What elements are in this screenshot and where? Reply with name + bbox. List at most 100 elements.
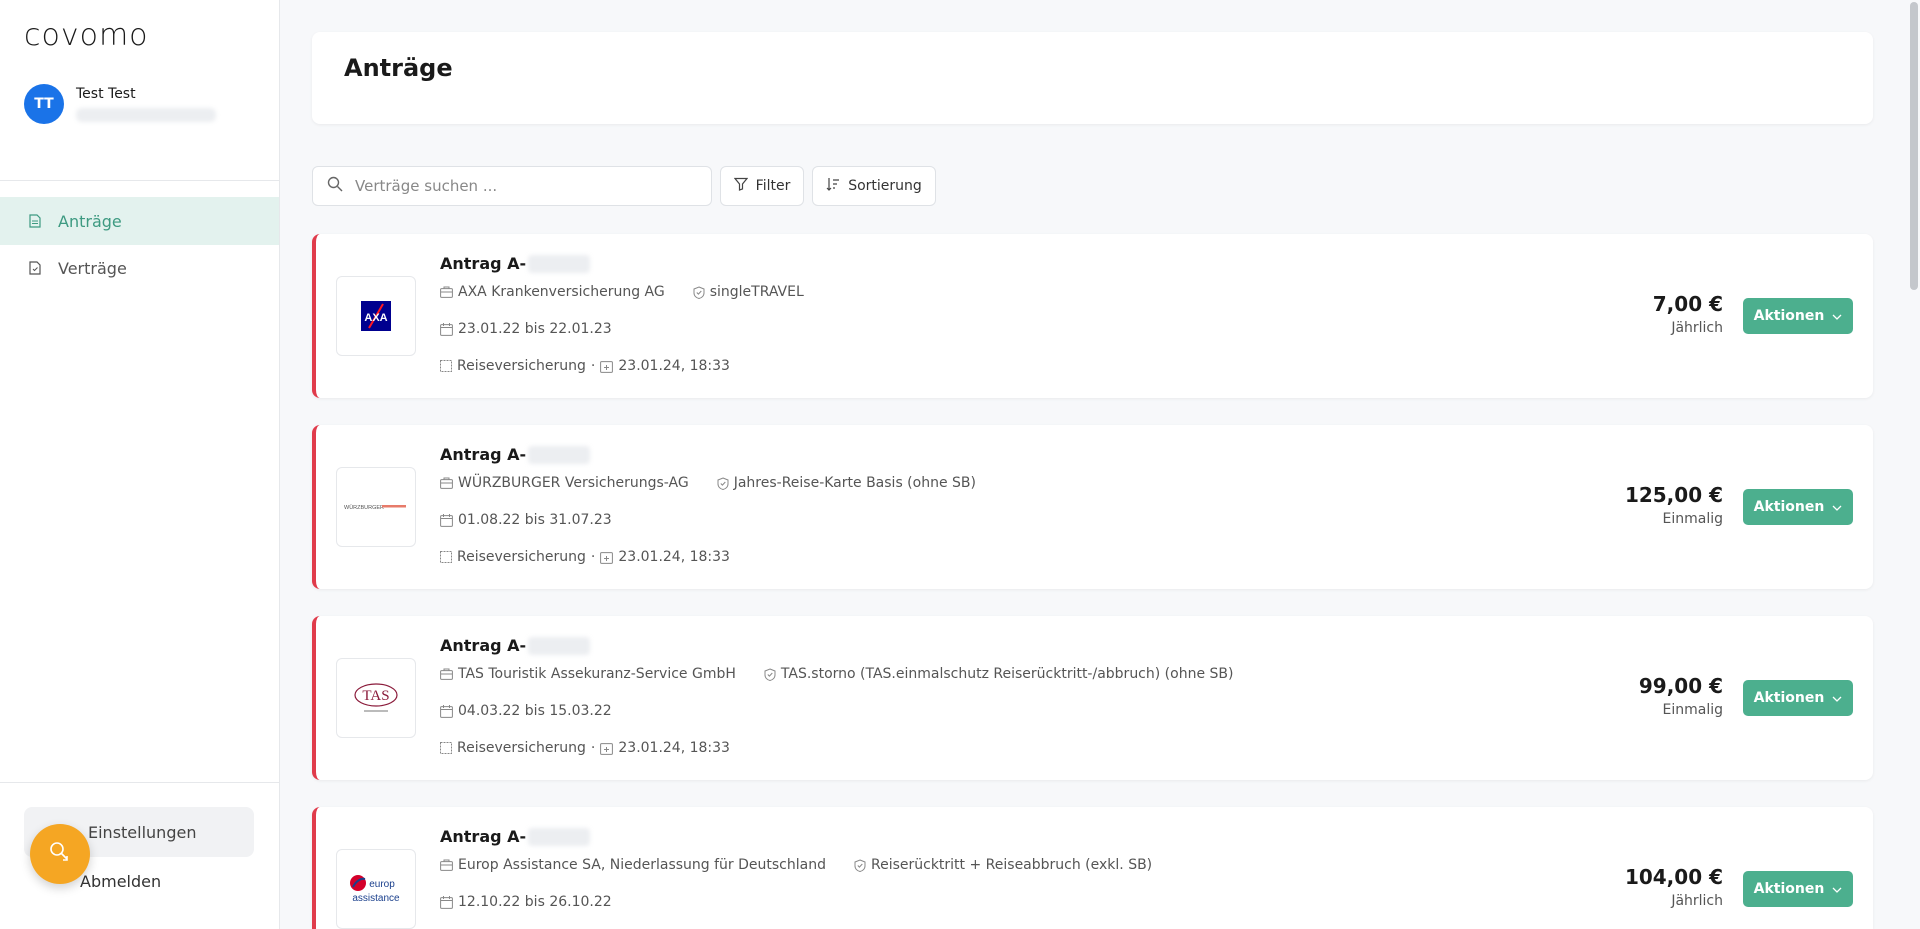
price-block: 7,00 € Jährlich xyxy=(1653,292,1723,336)
contract-period: 23.01.22 bis 22.01.23 xyxy=(458,321,612,337)
briefcase-icon xyxy=(440,859,453,871)
product-name: Reiserücktritt + Reiseabbruch (exkl. SB) xyxy=(870,857,1153,873)
contract-period: 04.03.22 bis 15.03.22 xyxy=(458,703,612,719)
avatar: TT xyxy=(24,84,64,124)
user-profile: TT Test Test xyxy=(24,84,216,124)
application-card[interactable]: AXA Antrag A- AXA Krankenversicherung AG… xyxy=(312,234,1873,398)
settings-label: Einstellungen xyxy=(88,822,197,842)
logout-label: Abmelden xyxy=(80,871,162,891)
application-id-redacted xyxy=(528,445,591,464)
app-logo[interactable]: covomo xyxy=(24,18,149,53)
price-amount: 7,00 € xyxy=(1652,292,1723,316)
sidebar-item-antraege[interactable]: Anträge xyxy=(0,197,279,245)
shield-icon xyxy=(717,476,729,490)
price-interval: Einmalig xyxy=(1662,702,1724,718)
application-id-redacted xyxy=(528,254,591,273)
price-interval: Einmalig xyxy=(1662,511,1724,527)
price-block: 125,00 € Einmalig xyxy=(1625,483,1723,527)
insurer-name: TAS Touristik Assekuranz-Service GmbH xyxy=(458,666,736,682)
briefcase-icon xyxy=(440,477,453,489)
product-name: Jahres-Reise-Karte Basis (ohne SB) xyxy=(733,475,976,491)
actions-button[interactable]: Aktionen xyxy=(1743,489,1853,525)
user-info: Test Test xyxy=(76,86,216,122)
product-name: singleTRAVEL xyxy=(709,284,804,300)
calendar-icon xyxy=(440,322,453,336)
actions-button[interactable]: Aktionen xyxy=(1743,298,1853,334)
search-icon xyxy=(327,176,343,196)
page-scrollbar[interactable] xyxy=(1908,0,1920,929)
application-card[interactable]: europ assistance Antrag A- Europ Assistan… xyxy=(312,807,1873,929)
price-block: 104,00 € Jährlich xyxy=(1625,865,1723,909)
period-row: 01.08.22 bis 31.07.23 xyxy=(440,512,612,528)
calendar-icon xyxy=(440,895,453,909)
calendar-plus-icon xyxy=(600,742,614,755)
help-chat-button[interactable] xyxy=(30,824,90,884)
actions-button[interactable]: Aktionen xyxy=(1743,871,1853,907)
application-card[interactable]: WÜRZBURGER Antrag A- WÜRZBURGER Versiche… xyxy=(312,425,1873,589)
calendar-icon xyxy=(440,704,453,718)
page-title: Anträge xyxy=(344,54,453,82)
actions-label: Aktionen xyxy=(1753,881,1825,897)
sidebar-divider-bottom xyxy=(0,782,279,783)
filter-button[interactable]: Filter xyxy=(720,166,804,206)
application-id-redacted xyxy=(528,827,591,846)
product-name: TAS.storno (TAS.einmalschutz Reiserücktr… xyxy=(780,666,1234,682)
price-amount: 99,00 € xyxy=(1638,674,1723,698)
price-amount: 125,00 € xyxy=(1624,483,1723,507)
calendar-icon xyxy=(440,513,453,527)
sort-button[interactable]: Sortierung xyxy=(812,166,936,206)
chevron-down-icon xyxy=(1832,308,1842,324)
sort-icon xyxy=(826,177,840,195)
application-id-redacted xyxy=(528,636,591,655)
logo-text: WÜRZBURGER xyxy=(344,504,384,511)
category: Reiseversicherung xyxy=(457,740,586,756)
sidebar-item-label: Verträge xyxy=(58,258,127,278)
contract-period: 12.10.22 bis 26.10.22 xyxy=(458,894,612,910)
period-row: 12.10.22 bis 26.10.22 xyxy=(440,894,612,910)
price-amount: 104,00 € xyxy=(1624,865,1723,889)
insurer-logo-tas: TAS xyxy=(336,658,416,738)
application-title: Antrag A- xyxy=(440,445,591,464)
chevron-down-icon xyxy=(1832,881,1842,897)
filter-icon xyxy=(733,177,748,195)
briefcase-icon xyxy=(440,668,453,680)
insurer-row: TAS Touristik Assekuranz-Service GmbH TA… xyxy=(440,666,1233,682)
calendar-plus-icon xyxy=(600,360,614,373)
actions-label: Aktionen xyxy=(1753,499,1825,515)
logo-text: TAS xyxy=(362,688,389,704)
price-interval: Jährlich xyxy=(1671,320,1723,336)
category-icon xyxy=(440,551,452,563)
period-row: 04.03.22 bis 15.03.22 xyxy=(440,703,612,719)
search-box[interactable] xyxy=(312,166,712,206)
title-text: Antrag A- xyxy=(440,636,527,655)
insurer-logo-axa: AXA xyxy=(336,276,416,356)
shield-icon xyxy=(764,667,776,681)
user-name: Test Test xyxy=(76,86,136,102)
sidebar-divider xyxy=(0,180,279,181)
created-date: 23.01.24, 18:33 xyxy=(618,358,730,374)
page-header: Anträge xyxy=(312,32,1873,124)
application-card[interactable]: TAS Antrag A- TAS Touristik Assekuranz-S… xyxy=(312,616,1873,780)
insurer-row: AXA Krankenversicherung AG singleTRAVEL xyxy=(440,284,804,300)
title-text: Antrag A- xyxy=(440,445,527,464)
sidebar: covomo TT Test Test Anträge Verträge Ein… xyxy=(0,0,280,929)
scrollbar-thumb[interactable] xyxy=(1910,2,1918,290)
actions-button[interactable]: Aktionen xyxy=(1743,680,1853,716)
insurer-row: WÜRZBURGER Versicherungs-AG Jahres-Reise… xyxy=(440,475,976,491)
calendar-plus-icon xyxy=(600,551,614,564)
application-title: Antrag A- xyxy=(440,827,591,846)
period-row: 23.01.22 bis 22.01.23 xyxy=(440,321,612,337)
chevron-down-icon xyxy=(1832,690,1842,706)
sidebar-item-vertraege[interactable]: Verträge xyxy=(0,244,279,292)
title-text: Antrag A- xyxy=(440,827,527,846)
logo-text: AXA xyxy=(364,312,387,324)
title-text: Antrag A- xyxy=(440,254,527,273)
application-title: Antrag A- xyxy=(440,254,591,273)
actions-label: Aktionen xyxy=(1753,308,1825,324)
shield-icon xyxy=(854,858,866,872)
category-icon xyxy=(440,360,452,372)
user-email-redacted xyxy=(76,108,216,122)
document-icon xyxy=(26,214,44,228)
search-input[interactable] xyxy=(355,177,695,195)
price-interval: Jährlich xyxy=(1671,893,1723,909)
